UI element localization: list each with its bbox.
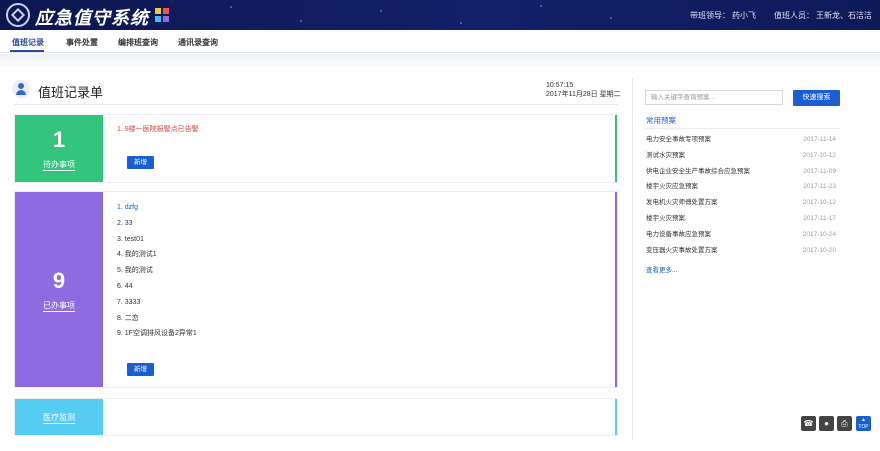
print-icon[interactable]: ⎙ (837, 416, 852, 431)
decor-star (300, 20, 302, 22)
plan-name: 电力安全事故专项预案 (646, 136, 711, 143)
common-plans-title: 常用预案 (646, 116, 676, 125)
add-done-button[interactable]: 新增 (127, 363, 154, 376)
nav-shadow (0, 54, 880, 68)
done-card: 9 已办事项 1. dzfg 2. 33 3. test01 4. 我的测试1 5. 我… (14, 191, 618, 388)
plan-list: 电力安全事故专项预案 2017-11-14 测试水灾预案 2017-10-12 供电企业… (646, 135, 836, 261)
plan-date: 2017-10-12 (802, 199, 836, 207)
plan-date: 2017-11-23 (803, 183, 836, 191)
plan-item[interactable]: 测试水灾预案 2017-10-12 (646, 151, 836, 167)
app-title: 应急值守系统 (35, 8, 149, 28)
plan-name: 发电机火灾师傅处置方案 (646, 199, 718, 207)
plan-name: 楼宇火灾应急预案 (646, 183, 698, 191)
active-tab-indicator (10, 50, 44, 52)
plan-name: 楼宇火灾预案 (646, 214, 685, 222)
phone-icon[interactable]: ☎ (801, 416, 816, 431)
page-title: 值班记录单 (38, 85, 104, 100)
medical-accent-bar (615, 399, 617, 435)
staff-names: 王新龙、石洁洁 (816, 11, 872, 20)
done-summary[interactable]: 9 已办事项 (15, 192, 103, 387)
done-count: 9 (52, 268, 66, 293)
chat-icon[interactable]: ● (819, 416, 834, 431)
decor-star (540, 5, 542, 7)
plan-search-input[interactable]: 输入关键字查询预案... (645, 90, 783, 105)
plan-item[interactable]: 变压器火灾事故处置方案 2017-10-20 (646, 246, 836, 262)
staff-label: 值班人员： (774, 11, 814, 20)
pending-list: 1. 9楼一医院报警点已告警 (117, 124, 199, 140)
plan-date: 2017-10-12 (802, 151, 836, 159)
plan-date: 2017-10-24 (802, 230, 836, 238)
plan-name: 电力设备事故应急预案 (646, 230, 711, 238)
pending-summary[interactable]: 1 待办事项 (15, 115, 103, 182)
quick-search-button[interactable]: 快速搜索 (793, 90, 840, 106)
plan-item[interactable]: 电力设备事故应急预案 2017-10-24 (646, 230, 836, 246)
logo-emblem-icon (6, 3, 30, 27)
plan-item[interactable]: 电力安全事故专项预案 2017-11-14 (646, 135, 836, 151)
done-label: 已办事项 (43, 301, 75, 312)
plan-name: 测试水灾预案 (646, 151, 685, 159)
done-item[interactable]: 3. test01 (117, 234, 197, 250)
medical-card: 医疗监测 (14, 398, 618, 436)
clock: 10:57:15 2017年11月28日 星期二 (546, 81, 621, 99)
leader-label: 带班领导： (690, 11, 730, 20)
pending-label: 待办事项 (43, 160, 75, 171)
plan-item[interactable]: 楼宇火灾预案 2017-11-17 (646, 214, 836, 230)
plan-name: 供电企业安全生产事故综合应急预案 (646, 167, 750, 175)
duty-info: 带班领导： 药小飞 值班人员： 王新龙、石洁洁 (688, 10, 872, 21)
sidebar-divider (632, 78, 633, 440)
tab-duty-record[interactable]: 值班记录 (12, 37, 44, 48)
back-to-top-icon[interactable]: ▲ TOP (856, 416, 871, 431)
done-item[interactable]: 8. 二恋 (117, 313, 197, 329)
tab-incident-handling[interactable]: 事件处置 (66, 37, 98, 48)
done-item[interactable]: 5. 我的测试 (117, 265, 197, 281)
add-pending-button[interactable]: 新增 (127, 156, 154, 169)
plan-date: 2017-11-17 (803, 214, 836, 222)
app-grid-icon[interactable] (155, 8, 169, 22)
decor-star (230, 6, 232, 8)
title-divider (14, 104, 618, 105)
done-item[interactable]: 7. 3333 (117, 297, 197, 313)
plan-item[interactable]: 楼宇火灾应急预案 2017-11-23 (646, 182, 836, 198)
done-item[interactable]: 1. dzfg (117, 202, 197, 218)
clock-date: 2017年11月28日 星期二 (546, 91, 621, 98)
medical-label: 医疗监测 (43, 413, 75, 424)
done-accent-bar (615, 192, 617, 387)
done-item[interactable]: 6. 44 (117, 281, 197, 297)
pending-card: 1 待办事项 1. 9楼一医院报警点已告警 新增 (14, 114, 618, 183)
main-nav: 值班记录 事件处置 编排班查询 通讯录查询 (0, 30, 880, 53)
top-bar: 应急值守系统 带班领导： 药小飞 值班人员： 王新龙、石洁洁 (0, 0, 880, 30)
pending-accent-bar (615, 115, 617, 182)
pending-item[interactable]: 1. 9楼一医院报警点已告警 (117, 124, 199, 140)
user-icon (12, 80, 30, 98)
plan-name: 变压器火灾事故处置方案 (646, 246, 718, 254)
plan-date: 2017-10-20 (802, 246, 836, 254)
tab-contacts-query[interactable]: 通讯录查询 (178, 37, 218, 48)
decor-star (460, 22, 462, 24)
tab-schedule-query[interactable]: 编排班查询 (118, 37, 158, 48)
view-more-link[interactable]: 查看更多... (646, 264, 677, 274)
done-item[interactable]: 4. 我的测试1 (117, 249, 197, 265)
medical-summary[interactable]: 医疗监测 (15, 399, 103, 435)
pending-count: 1 (52, 127, 66, 152)
done-item[interactable]: 2. 33 (117, 218, 197, 234)
leader-name: 药小飞 (732, 11, 756, 20)
decor-star (610, 17, 612, 19)
done-list: 1. dzfg 2. 33 3. test01 4. 我的测试1 5. 我的测试 6. 4… (117, 202, 197, 344)
plan-item[interactable]: 供电企业安全生产事故综合应急预案 2017-11-09 (646, 167, 836, 183)
plan-date: 2017-11-09 (803, 167, 836, 175)
decor-star (380, 10, 382, 12)
plan-item[interactable]: 发电机火灾师傅处置方案 2017-10-12 (646, 198, 836, 214)
plan-date: 2017-11-14 (803, 136, 836, 143)
common-plans-divider (645, 128, 841, 129)
done-item[interactable]: 9. 1F空调排风设备2异常1 (117, 328, 197, 344)
clock-time: 10:57:15 (546, 82, 574, 89)
